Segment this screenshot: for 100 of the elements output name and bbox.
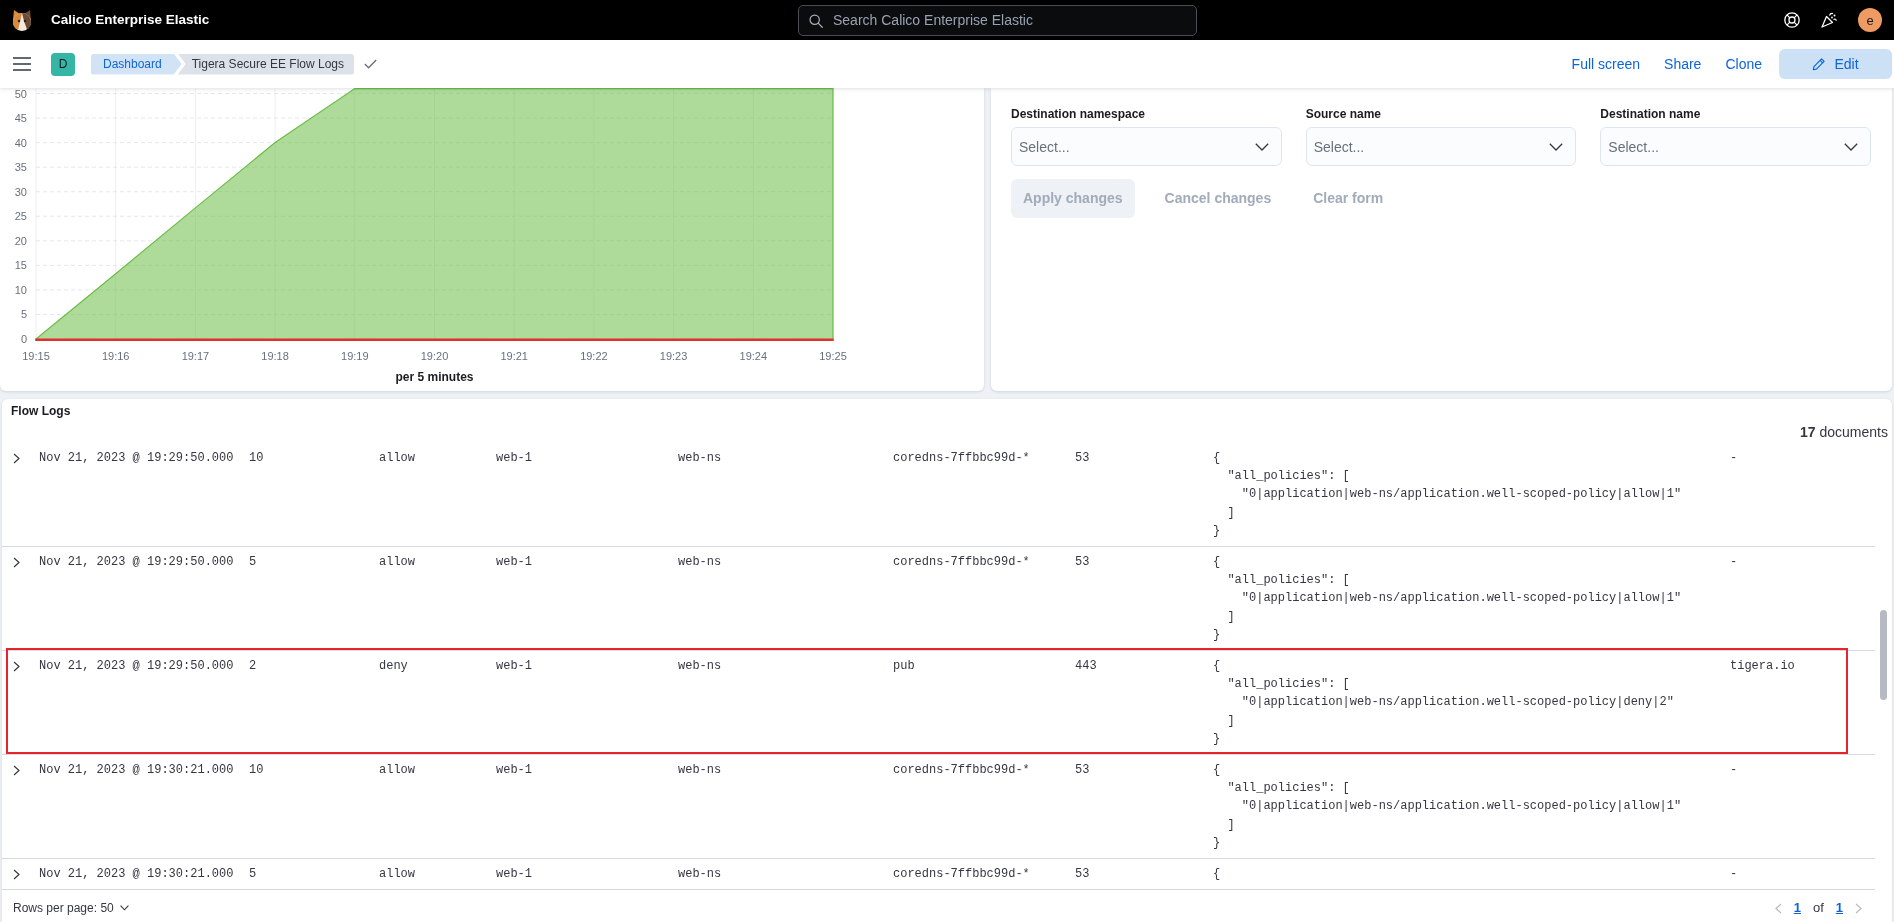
json-cell-text: { "all_policies": [ "0|application|web-ns/application.well-scoped-policy|allow|1" ] } <box>1213 762 1682 852</box>
x-axis-label: 19:25 <box>819 350 847 362</box>
y-axis-label: 35 <box>14 161 27 174</box>
help-icon[interactable] <box>1784 12 1800 28</box>
table-cell: coredns-7ffbbc99d-* <box>893 867 1030 882</box>
table-cell: 5 <box>249 867 257 882</box>
x-axis-label: 19:22 <box>580 350 608 362</box>
table-cell: 10 <box>249 451 264 465</box>
table-cell: Nov 21, 2023 @ 19:30:21.000 <box>39 763 234 778</box>
breadcrumb[interactable]: Dashboard <box>91 53 182 75</box>
action-link[interactable]: Clone <box>1725 53 1762 75</box>
table-cell: 10 <box>249 763 264 778</box>
app-title: Calico Enterprise Elastic <box>51 10 210 29</box>
x-axis-label: 19:19 <box>341 350 369 362</box>
x-axis-label: 19:20 <box>420 350 449 362</box>
chevron-down-icon <box>119 905 129 911</box>
table-cell: web-ns <box>678 867 722 882</box>
action-link[interactable]: Share <box>1664 53 1702 75</box>
party-popper-icon[interactable] <box>1821 12 1837 28</box>
table-cell: web-ns <box>678 555 722 569</box>
json-cell-text: { <box>1213 866 1221 884</box>
x-axis-label: 19:23 <box>659 350 688 362</box>
x-axis-label: 19:16 <box>101 350 130 362</box>
table-cell: 53 <box>1075 555 1090 569</box>
action-button[interactable]: Edit <box>1779 49 1892 79</box>
table-cell: coredns-7ffbbc99d-* <box>893 555 1030 569</box>
y-axis-label: 30 <box>14 185 27 198</box>
action-link[interactable]: Full screen <box>1571 53 1641 75</box>
table-cell: 53 <box>1075 451 1090 465</box>
table-cell: - <box>1730 763 1738 778</box>
x-axis-label: 19:15 <box>22 350 50 362</box>
space-badge[interactable]: D <box>51 52 75 76</box>
table-cell: coredns-7ffbbc99d-* <box>893 451 1030 465</box>
field-label: Destination namespace <box>1011 107 1146 121</box>
y-axis-label: 0 <box>20 333 27 345</box>
breadcrumb: Tigera Secure EE Flow Logs <box>177 53 354 75</box>
y-axis-label: 10 <box>14 283 27 296</box>
y-axis-label: 20 <box>14 234 27 247</box>
x-axis-label: 19:24 <box>739 350 768 362</box>
table-cell: web-ns <box>678 659 722 674</box>
table-cell: web-1 <box>496 867 532 882</box>
cat-logo-icon <box>10 8 34 32</box>
page-separator: of <box>1812 899 1824 918</box>
table-cell: Nov 21, 2023 @ 19:29:50.000 <box>39 555 234 569</box>
table-cell: 2 <box>249 659 257 674</box>
y-axis-label: 50 <box>14 88 27 100</box>
table-cell: 443 <box>1075 659 1097 674</box>
json-cell-text: { "all_policies": [ "0|application|web-ns/application.well-scoped-policy|allow|1" ] } <box>1213 450 1682 540</box>
rows-per-page-button[interactable]: Rows per page: 50 <box>13 899 129 917</box>
select-field[interactable]: Select... <box>1600 127 1871 166</box>
menu-icon[interactable] <box>13 57 31 71</box>
field-label: Destination name <box>1600 107 1701 121</box>
table-cell: Nov 21, 2023 @ 19:29:50.000 <box>39 451 234 465</box>
table-cell: allow <box>379 555 415 569</box>
select-field[interactable]: Select... <box>1011 127 1282 166</box>
x-axis-title: per 5 minutes <box>395 370 474 384</box>
select-field[interactable]: Select... <box>1305 127 1577 166</box>
y-axis-label: 5 <box>20 308 27 321</box>
table-cell: pub <box>893 659 915 674</box>
table-cell: web-1 <box>496 763 532 778</box>
page-link[interactable]: 1 <box>1835 898 1843 918</box>
table-cell: - <box>1730 451 1738 465</box>
table-cell: tigera.io <box>1730 659 1795 674</box>
y-axis-label: 40 <box>14 136 27 149</box>
search-field[interactable]: Search Calico Enterprise Elastic <box>798 4 1197 36</box>
table-cell: allow <box>379 451 415 465</box>
page-link[interactable]: 1 <box>1793 898 1801 918</box>
table-cell: Nov 21, 2023 @ 19:29:50.000 <box>39 659 234 674</box>
x-axis-label: 19:17 <box>181 350 210 362</box>
table-cell: web-ns <box>678 451 722 465</box>
search-icon <box>809 13 823 28</box>
json-cell-text: { "all_policies": [ "0|application|web-ns/application.well-scoped-policy|allow|1" ] } <box>1213 554 1682 644</box>
chevron-down-icon <box>1844 143 1858 151</box>
scrollbar-thumb[interactable] <box>1880 610 1887 700</box>
table-cell: allow <box>379 867 415 882</box>
table-cell: web-1 <box>496 659 532 674</box>
chevron-down-icon <box>1254 143 1269 151</box>
field-label: Source name <box>1305 107 1382 121</box>
y-axis-label: 25 <box>14 210 27 223</box>
table-cell: - <box>1730 555 1738 569</box>
chevron-down-icon <box>1549 143 1564 151</box>
table-cell: web-ns <box>678 763 722 778</box>
table-cell: Nov 21, 2023 @ 19:30:21.000 <box>39 867 234 882</box>
table-cell: 5 <box>249 555 257 569</box>
y-axis-label: 45 <box>14 112 27 125</box>
table-cell: web-1 <box>496 451 532 465</box>
x-axis-label: 19:18 <box>261 350 289 362</box>
check-icon <box>364 59 377 69</box>
table-cell: - <box>1730 867 1738 882</box>
table-cell: web-1 <box>496 555 532 569</box>
x-axis-label: 19:21 <box>500 350 528 362</box>
json-cell-text: { "all_policies": [ "0|application|web-ns/application.well-scoped-policy|deny|2" ] } <box>1213 658 1674 748</box>
panel-title: Flow Logs <box>11 404 71 418</box>
table-cell: coredns-7ffbbc99d-* <box>893 763 1030 778</box>
user-avatar[interactable]: e <box>1858 8 1882 32</box>
table-cell: deny <box>379 659 408 674</box>
y-axis-label: 15 <box>14 259 27 272</box>
hit-count: 17 documents <box>1800 424 1888 440</box>
table-cell: allow <box>379 763 415 778</box>
table-cell: 53 <box>1075 867 1090 882</box>
